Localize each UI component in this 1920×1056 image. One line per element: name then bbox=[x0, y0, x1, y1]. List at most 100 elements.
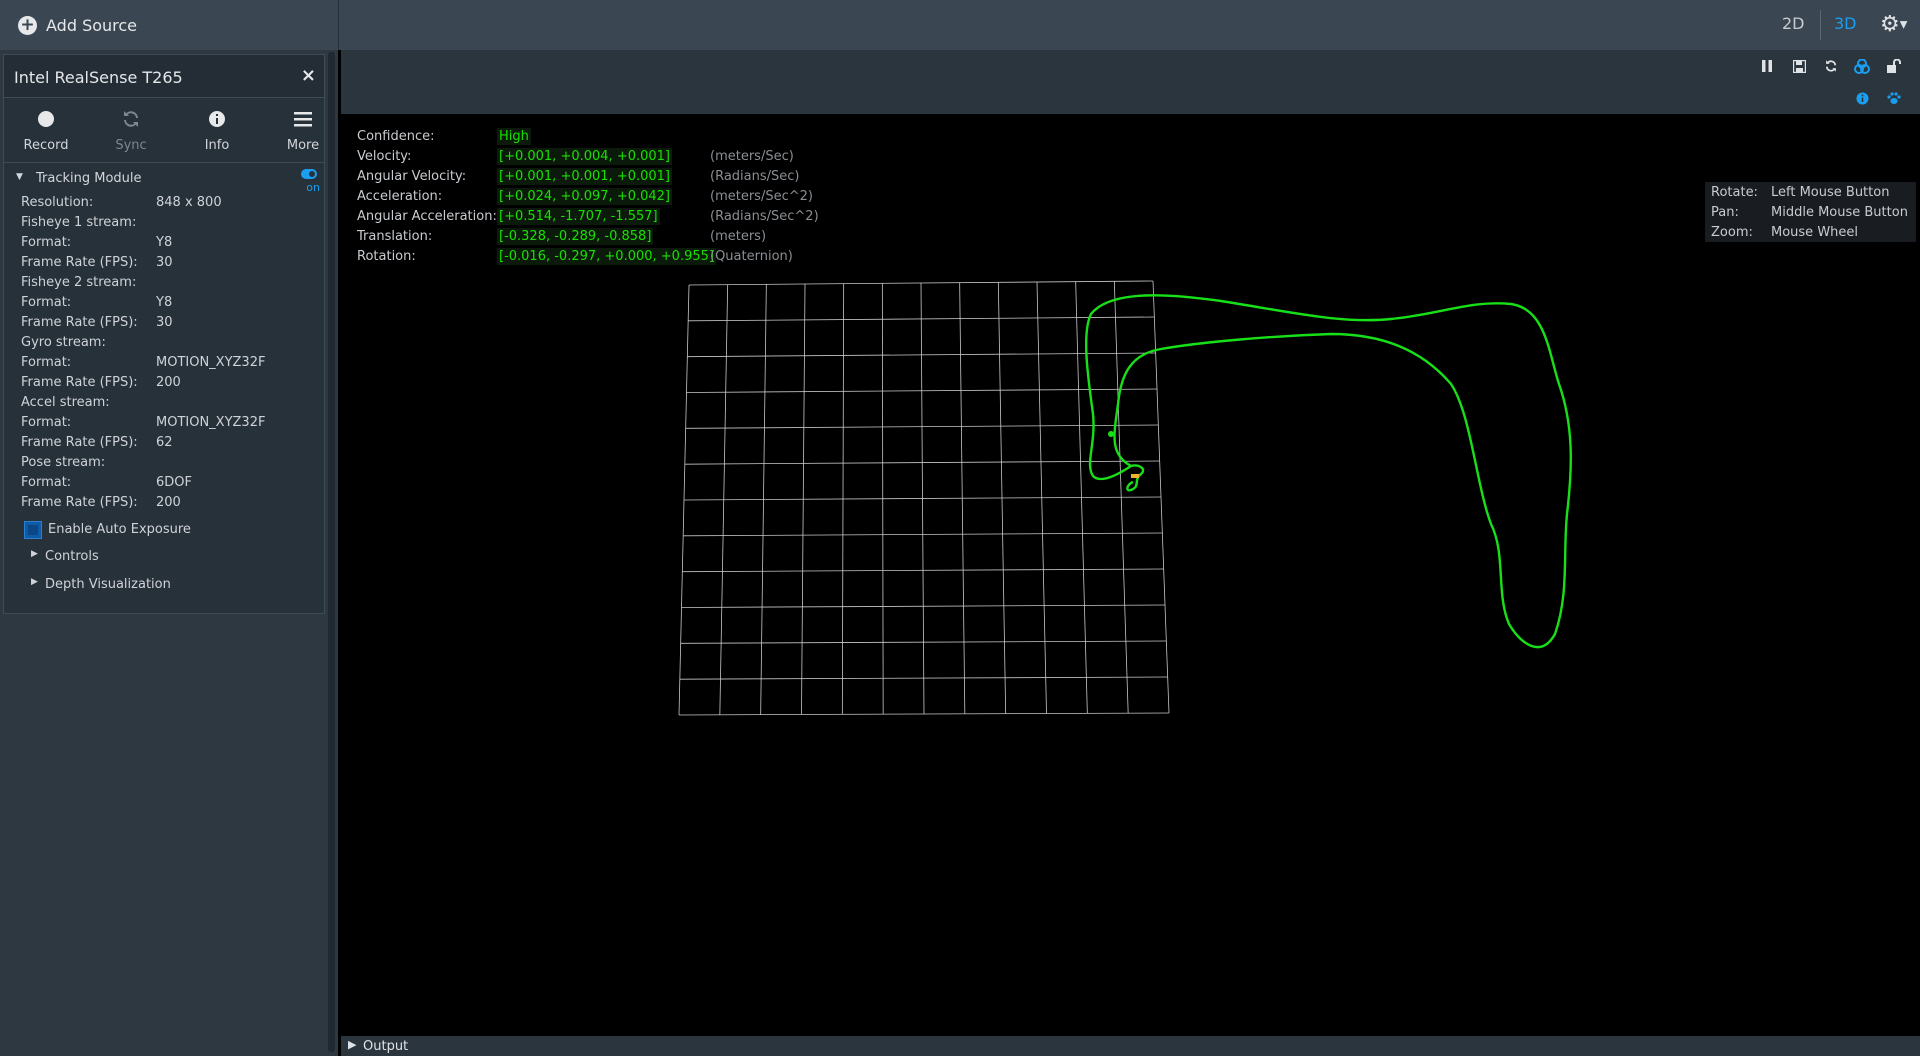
property-row: Format: Y8 bbox=[4, 233, 324, 253]
paw-icon[interactable] bbox=[1886, 90, 1902, 106]
view-3d-button[interactable]: 3D bbox=[1834, 14, 1857, 33]
property-row: Fisheye 1 stream: bbox=[4, 213, 324, 233]
pose-readout: Confidence: High Velocity: [+0.001, +0.004,… bbox=[357, 128, 837, 268]
sidebar-scrollbar[interactable] bbox=[328, 52, 335, 1052]
pose-key: Confidence: bbox=[357, 129, 435, 144]
property-row: Accel stream: bbox=[4, 393, 324, 413]
property-value: 30 bbox=[156, 315, 173, 330]
device-panel: Intel RealSense T265 × Record Sync Info … bbox=[3, 54, 325, 614]
sync-button[interactable]: Sync bbox=[91, 98, 171, 162]
pose-value: [+0.514, -1.707, -1.557] bbox=[497, 208, 660, 225]
help-row-zoom: Zoom: Mouse Wheel bbox=[1705, 222, 1916, 242]
depth-visualization-expander[interactable]: ▶ Depth Visualization bbox=[4, 571, 324, 599]
info-icon[interactable] bbox=[1854, 90, 1870, 106]
help-value: Left Mouse Button bbox=[1771, 185, 1890, 200]
output-panel-toggle[interactable]: ▶ Output bbox=[341, 1036, 1920, 1056]
module-properties: Resolution: 848 x 800 Fisheye 1 stream: For… bbox=[4, 193, 324, 513]
plus-circle-icon: + bbox=[18, 15, 37, 35]
pause-icon[interactable] bbox=[1759, 58, 1775, 74]
close-icon[interactable]: × bbox=[301, 65, 316, 86]
module-toggle[interactable] bbox=[301, 169, 317, 179]
pose-value: [-0.016, -0.297, +0.000, +0.955] bbox=[497, 248, 716, 265]
pose-row: Angular Acceleration: [+0.514, -1.707, -1… bbox=[357, 208, 837, 228]
property-row: Frame Rate (FPS): 30 bbox=[4, 253, 324, 273]
property-key: Format: bbox=[21, 235, 72, 250]
property-key: Resolution: bbox=[21, 195, 94, 210]
property-key: Pose stream: bbox=[21, 455, 106, 470]
trajectory-icon[interactable] bbox=[1854, 58, 1870, 74]
record-icon bbox=[6, 108, 86, 130]
property-value: 62 bbox=[156, 435, 173, 450]
help-value: Mouse Wheel bbox=[1771, 225, 1859, 240]
record-button[interactable]: Record bbox=[6, 98, 86, 162]
device-header: Intel RealSense T265 × bbox=[4, 55, 324, 98]
pose-key: Angular Acceleration: bbox=[357, 209, 497, 224]
pose-key: Translation: bbox=[357, 229, 433, 244]
property-key: Format: bbox=[21, 355, 72, 370]
auto-exposure-label: Enable Auto Exposure bbox=[48, 522, 191, 537]
unlock-icon[interactable] bbox=[1886, 58, 1902, 74]
property-key: Format: bbox=[21, 415, 72, 430]
sync-icon bbox=[91, 108, 171, 130]
top-bar: + Add Source 2D 3D ⚙▼ bbox=[0, 0, 1920, 50]
add-source-label: Add Source bbox=[46, 15, 138, 35]
property-key: Frame Rate (FPS): bbox=[21, 495, 138, 510]
property-value: 200 bbox=[156, 495, 181, 510]
property-row: Format: Y8 bbox=[4, 293, 324, 313]
pose-value: [-0.328, -0.289, -0.858] bbox=[497, 228, 654, 245]
device-title: Intel RealSense T265 bbox=[14, 68, 183, 87]
module-name: Tracking Module bbox=[36, 171, 142, 186]
collapse-arrow-icon: ▼ bbox=[16, 172, 23, 182]
pose-key: Velocity: bbox=[357, 149, 412, 164]
pose-unit: (Quaternion) bbox=[710, 249, 793, 264]
property-row: Pose stream: bbox=[4, 453, 324, 473]
info-button[interactable]: Info bbox=[177, 98, 257, 162]
help-key: Rotate: bbox=[1711, 185, 1758, 200]
checkbox-box[interactable] bbox=[24, 521, 42, 539]
property-row: Format: 6DOF bbox=[4, 473, 324, 493]
expand-arrow-icon: ▶ bbox=[31, 577, 38, 587]
record-label: Record bbox=[23, 138, 69, 153]
property-value: MOTION_XYZ32F bbox=[156, 355, 266, 370]
help-value: Middle Mouse Button bbox=[1771, 205, 1908, 220]
add-source-button[interactable]: + Add Source bbox=[0, 0, 339, 50]
help-key: Pan: bbox=[1711, 205, 1739, 220]
pose-value: [+0.024, +0.097, +0.042] bbox=[497, 188, 672, 205]
property-row: Frame Rate (FPS): 200 bbox=[4, 493, 324, 513]
property-row: Gyro stream: bbox=[4, 333, 324, 353]
property-value: 6DOF bbox=[156, 475, 192, 490]
settings-gear-icon[interactable]: ⚙▼ bbox=[1880, 12, 1907, 37]
property-row: Format: MOTION_XYZ32F bbox=[4, 413, 324, 433]
expand-arrow-icon: ▶ bbox=[348, 1038, 357, 1051]
property-key: Format: bbox=[21, 295, 72, 310]
floor-grid bbox=[678, 280, 1170, 716]
sync-label: Sync bbox=[115, 138, 147, 153]
property-row: Frame Rate (FPS): 62 bbox=[4, 433, 324, 453]
property-value: 848 x 800 bbox=[156, 195, 222, 210]
save-icon[interactable] bbox=[1791, 58, 1807, 74]
property-row: Fisheye 2 stream: bbox=[4, 273, 324, 293]
mouse-help-box: Rotate: Left Mouse Button Pan: Middle Mo… bbox=[1705, 182, 1916, 242]
pose-row: Rotation: [-0.016, -0.297, +0.000, +0.955… bbox=[357, 248, 837, 268]
pose-unit: (meters/Sec^2) bbox=[710, 189, 813, 204]
property-key: Format: bbox=[21, 475, 72, 490]
tracking-module-header[interactable]: ▼ Tracking Module on bbox=[4, 163, 324, 194]
controls-expander[interactable]: ▶ Controls bbox=[4, 543, 324, 571]
pose-unit: (meters) bbox=[710, 229, 767, 244]
property-key: Frame Rate (FPS): bbox=[21, 375, 138, 390]
device-button-row: Record Sync Info More bbox=[4, 98, 324, 163]
property-key: Fisheye 2 stream: bbox=[21, 275, 137, 290]
help-row-rotate: Rotate: Left Mouse Button bbox=[1705, 182, 1916, 202]
property-row: Format: MOTION_XYZ32F bbox=[4, 353, 324, 373]
pose-row: Confidence: High bbox=[357, 128, 837, 148]
pose-value: [+0.001, +0.001, +0.001] bbox=[497, 168, 672, 185]
pose-key: Acceleration: bbox=[357, 189, 443, 204]
reset-icon[interactable] bbox=[1823, 58, 1839, 74]
view-2d-button[interactable]: 2D bbox=[1782, 14, 1805, 33]
info-icon bbox=[177, 108, 257, 130]
property-row: Frame Rate (FPS): 30 bbox=[4, 313, 324, 333]
auto-exposure-checkbox[interactable]: Enable Auto Exposure bbox=[4, 517, 324, 543]
expand-arrow-icon: ▶ bbox=[31, 549, 38, 559]
3d-viewport[interactable]: Confidence: High Velocity: [+0.001, +0.004,… bbox=[341, 50, 1920, 1036]
pose-unit: (meters/Sec) bbox=[710, 149, 794, 164]
